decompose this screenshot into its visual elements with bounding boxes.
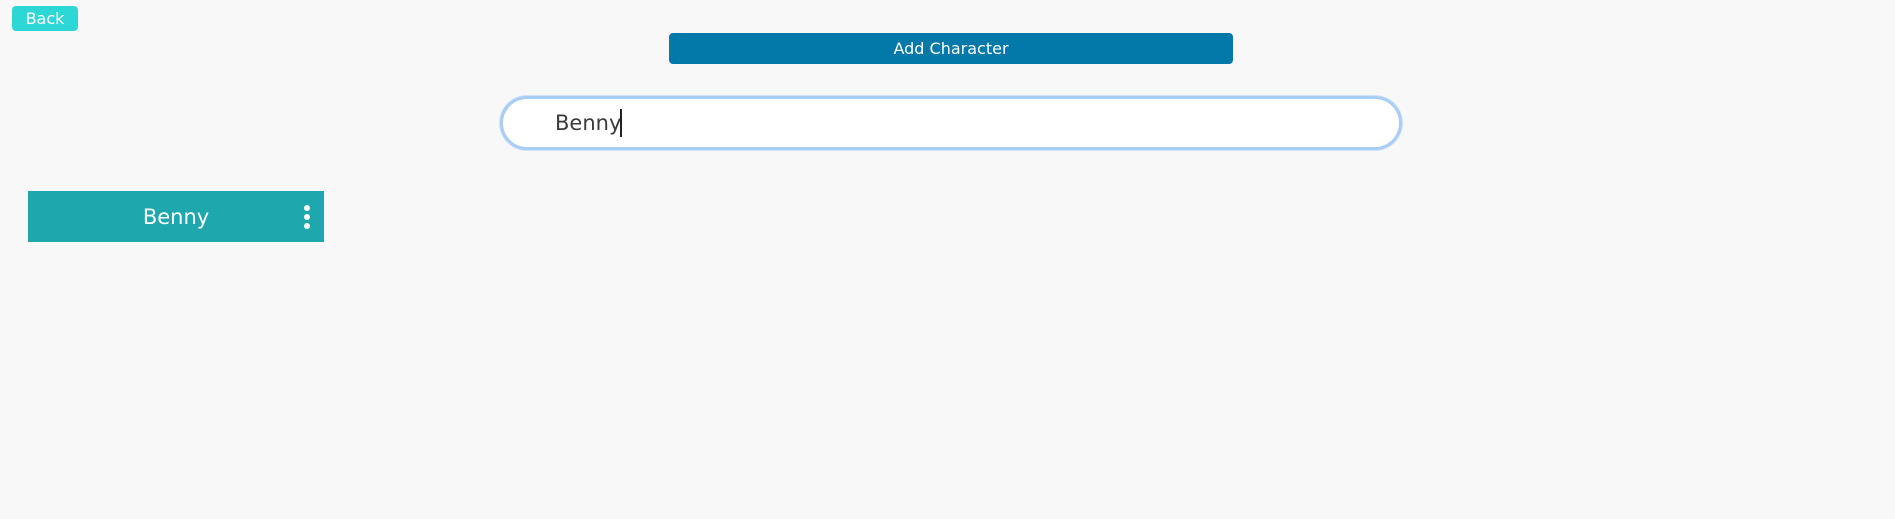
text-caret — [620, 109, 622, 137]
character-name[interactable]: Benny — [143, 205, 209, 229]
menu-dot — [304, 223, 310, 229]
search-input[interactable] — [555, 99, 1375, 147]
menu-dot — [304, 214, 310, 220]
search-field-container — [500, 96, 1402, 150]
character-card[interactable]: Benny — [28, 191, 324, 242]
add-character-button[interactable]: Add Character — [669, 33, 1233, 64]
character-list-page: Back Add Character Benny — [0, 0, 1895, 519]
menu-dot — [304, 205, 310, 211]
more-vertical-icon[interactable] — [302, 205, 312, 229]
back-button[interactable]: Back — [12, 6, 78, 31]
